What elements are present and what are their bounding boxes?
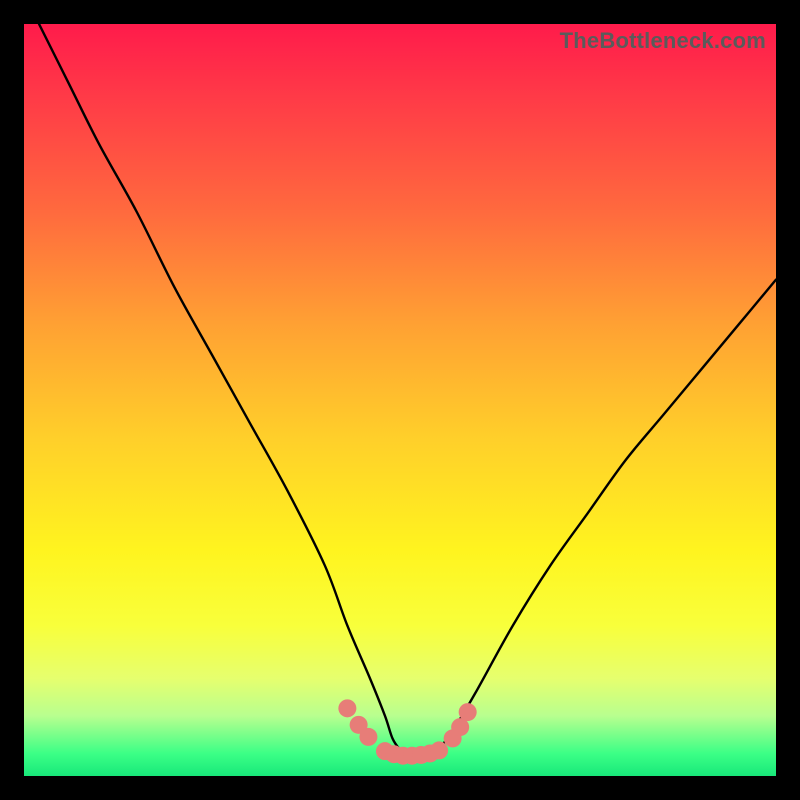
marker-dot [385,745,403,763]
marker-dot [350,716,368,734]
marker-dot [412,746,430,764]
marker-dot [459,703,477,721]
chart-plot-area: TheBottleneck.com [24,24,776,776]
marker-dot [451,718,469,736]
chart-frame: TheBottleneck.com [0,0,800,800]
chart-markers [338,699,476,764]
marker-dot [421,744,439,762]
bottleneck-curve [39,24,776,757]
marker-dot [444,729,462,747]
marker-dot [338,699,356,717]
marker-dot [430,741,448,759]
bottleneck-chart-svg [24,24,776,776]
marker-dot [376,742,394,760]
marker-dot [403,747,421,765]
watermark-label: TheBottleneck.com [560,28,766,54]
marker-dot [394,747,412,765]
marker-dot [359,728,377,746]
